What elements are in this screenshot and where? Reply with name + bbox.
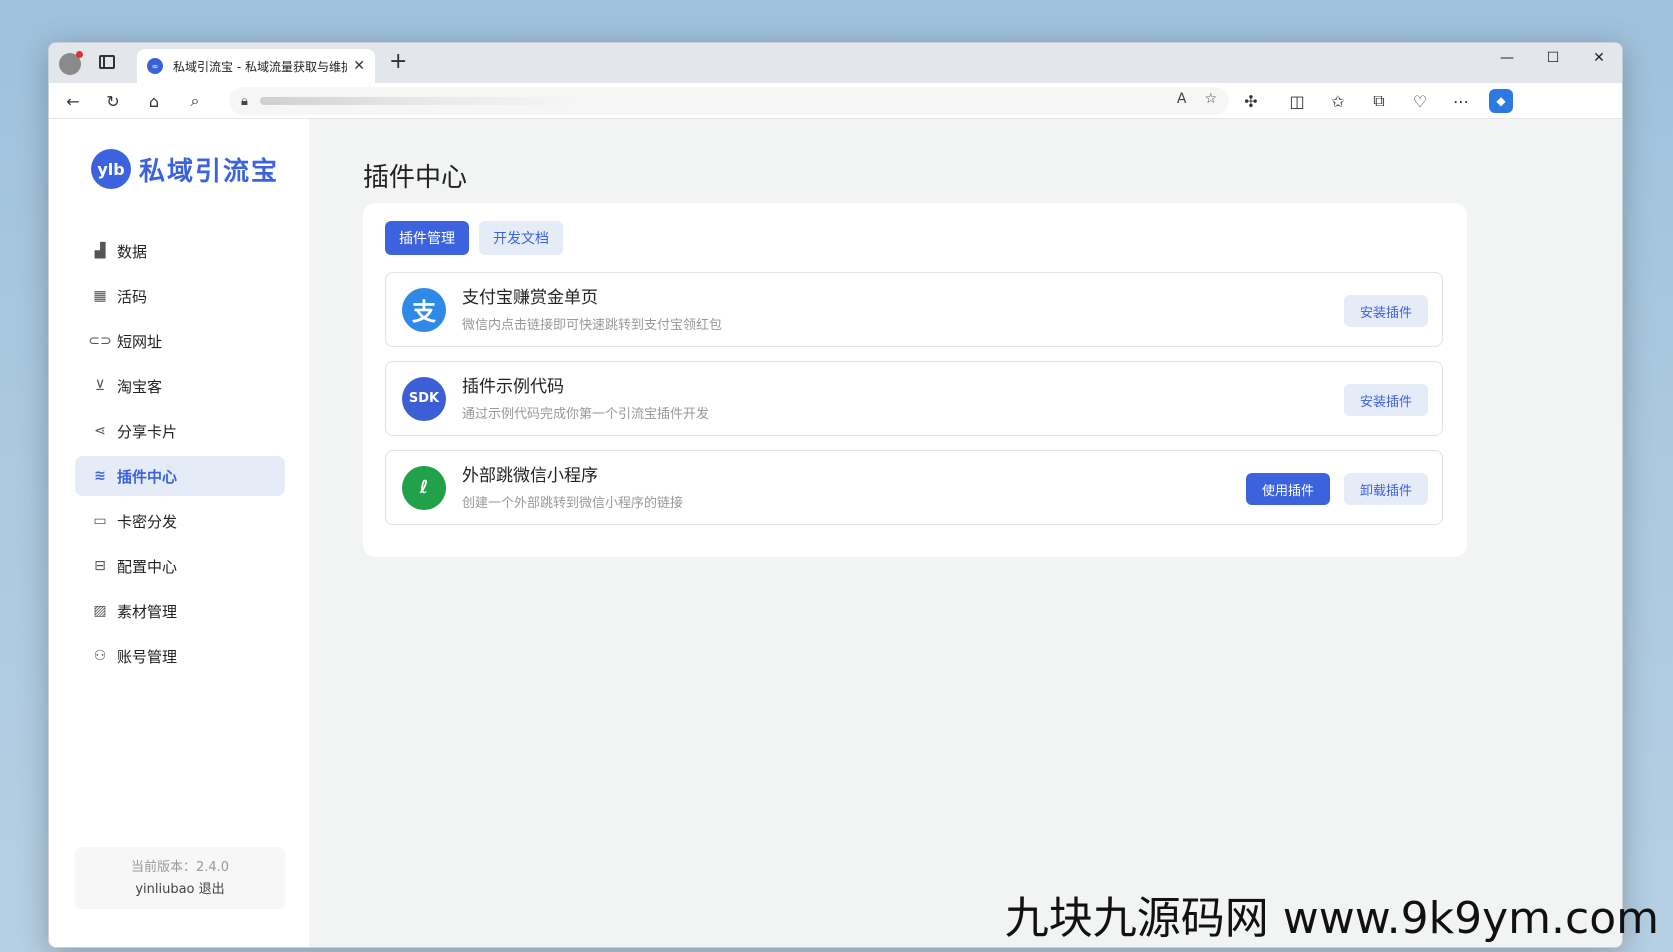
copilot-icon[interactable]: ◆ — [1489, 89, 1513, 113]
sidebar-item-share-card[interactable]: ⋖ 分享卡片 — [75, 411, 285, 451]
tab-actions-icon[interactable] — [99, 55, 115, 69]
search-icon[interactable]: ⌕ — [183, 89, 207, 113]
sidebar-item-label: 数据 — [117, 242, 148, 261]
plugin-panel: 插件管理 开发文档 支 支付宝赚赏金单页 微信内点击链接即可快速跳转到支付宝领红… — [363, 203, 1467, 557]
watermark: 九块九源码网 www.9k9ym.com — [1004, 893, 1659, 944]
page-title: 插件中心 — [363, 163, 468, 193]
app-container: ylb 私域引流宝 ▟ 数据 ▦ 活码 ⊂⊃ 短网址 ⊻ 淘宝客 ⋖ 分享卡片 … — [49, 119, 1622, 947]
close-tab-icon[interactable]: ✕ — [353, 58, 365, 74]
sidebar: ylb 私域引流宝 ▟ 数据 ▦ 活码 ⊂⊃ 短网址 ⊻ 淘宝客 ⋖ 分享卡片 … — [49, 119, 309, 947]
tab-title: 私域引流宝 - 私域流量获取与维护 — [173, 59, 348, 74]
cart-icon: ⊻ — [94, 378, 106, 394]
logo-badge: ylb — [91, 149, 131, 189]
sidebar-item-account[interactable]: ⚇ 账号管理 — [75, 636, 285, 676]
sidebar-item-label: 配置中心 — [117, 557, 178, 576]
window-controls: — ☐ ✕ — [1484, 43, 1622, 73]
version-text: 当前版本：2.4.0 — [130, 860, 230, 875]
chart-icon: ▟ — [94, 243, 106, 259]
read-aloud-icon[interactable]: A — [1177, 91, 1187, 107]
close-window-button[interactable]: ✕ — [1576, 43, 1622, 73]
sidebar-item-label: 分享卡片 — [117, 422, 178, 441]
back-icon[interactable]: ← — [61, 89, 85, 113]
tab-bar: ∞ 私域引流宝 - 私域流量获取与维护 ✕ + — ☐ ✕ — [49, 43, 1622, 83]
plugin-desc: 创建一个外部跳转到微信小程序的链接 — [462, 496, 684, 511]
browser-tab[interactable]: ∞ 私域引流宝 - 私域流量获取与维护 ✕ — [137, 49, 375, 83]
panel-tabs: 插件管理 开发文档 — [385, 221, 563, 255]
tab-plugin-management[interactable]: 插件管理 — [385, 221, 469, 255]
address-bar[interactable]: 🔒︎ A ☆ — [229, 87, 1229, 115]
sidebar-item-config-center[interactable]: ⊟ 配置中心 — [75, 546, 285, 586]
image-icon: ▨ — [93, 603, 107, 619]
link-icon: ⊂⊃ — [88, 333, 112, 349]
logo-text: 私域引流宝 — [139, 156, 280, 187]
plugin-card-alipay: 支 支付宝赚赏金单页 微信内点击链接即可快速跳转到支付宝领红包 安装插件 — [385, 272, 1443, 347]
minimize-button[interactable]: — — [1484, 43, 1530, 73]
sidebar-item-label: 素材管理 — [117, 602, 178, 621]
install-plugin-button[interactable]: 安装插件 — [1343, 384, 1428, 416]
logo: ylb 私域引流宝 — [91, 149, 279, 189]
share-icon: ⋖ — [94, 423, 106, 439]
performance-icon[interactable]: ♡ — [1408, 89, 1432, 113]
browser-toolbar: ← ↻ ⌂ ⌕ 🔒︎ A ☆ ✣ ◫ ✩ ⧉ ♡ ⋯ ◆ — [49, 83, 1622, 119]
install-plugin-button[interactable]: 安装插件 — [1343, 295, 1428, 327]
new-tab-button[interactable]: + — [389, 49, 407, 74]
favorites-icon[interactable]: ✩ — [1326, 89, 1350, 113]
plugin-name: 外部跳微信小程序 — [462, 466, 598, 486]
plugin-name: 插件示例代码 — [462, 377, 564, 397]
user-icon: ⚇ — [93, 648, 107, 664]
use-plugin-button[interactable]: 使用插件 — [1245, 473, 1330, 505]
profile-avatar[interactable] — [59, 51, 83, 75]
sidebar-item-data[interactable]: ▟ 数据 — [75, 231, 285, 271]
sidebar-nav: ▟ 数据 ▦ 活码 ⊂⊃ 短网址 ⊻ 淘宝客 ⋖ 分享卡片 ≋ 插件中心 ▭ 卡… — [75, 231, 285, 681]
sidebar-item-live-code[interactable]: ▦ 活码 — [75, 276, 285, 316]
sidebar-item-plugin-center[interactable]: ≋ 插件中心 — [75, 456, 285, 496]
sidebar-item-label: 插件中心 — [117, 467, 178, 486]
extensions-icon[interactable]: ✣ — [1239, 89, 1263, 113]
tab-dev-docs[interactable]: 开发文档 — [479, 221, 563, 255]
grid-icon: ▦ — [93, 288, 107, 304]
url-text — [259, 97, 580, 105]
more-menu-icon[interactable]: ⋯ — [1449, 89, 1473, 113]
sidebar-item-label: 活码 — [117, 287, 148, 306]
card-icon: ▭ — [93, 513, 107, 529]
plugin-desc: 通过示例代码完成你第一个引流宝插件开发 — [462, 407, 710, 422]
favicon-icon: ∞ — [147, 58, 163, 74]
sidebar-item-short-url[interactable]: ⊂⊃ 短网址 — [75, 321, 285, 361]
logout-link[interactable]: 退出 — [199, 882, 225, 897]
collections-icon[interactable]: ⧉ — [1367, 89, 1391, 113]
username: yinliubao — [135, 882, 195, 897]
split-screen-icon[interactable]: ◫ — [1285, 89, 1309, 113]
config-icon: ⊟ — [94, 558, 106, 574]
plugin-card-wechat-miniprogram: ℓ 外部跳微信小程序 创建一个外部跳转到微信小程序的链接 使用插件 卸载插件 — [385, 450, 1443, 525]
sidebar-item-material[interactable]: ▨ 素材管理 — [75, 591, 285, 631]
sidebar-item-card-distribution[interactable]: ▭ 卡密分发 — [75, 501, 285, 541]
wechat-miniprogram-icon: ℓ — [402, 465, 446, 510]
maximize-button[interactable]: ☐ — [1530, 43, 1576, 73]
plugin-name: 支付宝赚赏金单页 — [462, 288, 598, 308]
sidebar-item-label: 短网址 — [117, 332, 163, 351]
version-box: 当前版本：2.4.0 yinliubao 退出 — [75, 847, 285, 909]
sdk-icon: SDK — [402, 376, 446, 421]
refresh-icon[interactable]: ↻ — [101, 89, 125, 113]
layers-icon: ≋ — [94, 468, 106, 484]
sidebar-item-label: 卡密分发 — [117, 512, 178, 531]
sidebar-item-label: 账号管理 — [117, 647, 178, 666]
plugin-card-sdk: SDK 插件示例代码 通过示例代码完成你第一个引流宝插件开发 安装插件 — [385, 361, 1443, 436]
main-content: 插件中心 插件管理 开发文档 支 支付宝赚赏金单页 微信内点击链接即可快速跳转到… — [309, 119, 1622, 947]
favorite-star-icon[interactable]: ☆ — [1204, 91, 1217, 107]
lock-icon: 🔒︎ — [241, 93, 248, 109]
alipay-icon: 支 — [402, 287, 446, 332]
home-icon[interactable]: ⌂ — [142, 89, 166, 113]
browser-window: ∞ 私域引流宝 - 私域流量获取与维护 ✕ + — ☐ ✕ ← ↻ ⌂ ⌕ 🔒︎… — [48, 42, 1623, 948]
plugin-desc: 微信内点击链接即可快速跳转到支付宝领红包 — [462, 318, 723, 333]
sidebar-item-taobaoke[interactable]: ⊻ 淘宝客 — [75, 366, 285, 406]
sidebar-item-label: 淘宝客 — [117, 377, 163, 396]
uninstall-plugin-button[interactable]: 卸载插件 — [1343, 473, 1428, 505]
